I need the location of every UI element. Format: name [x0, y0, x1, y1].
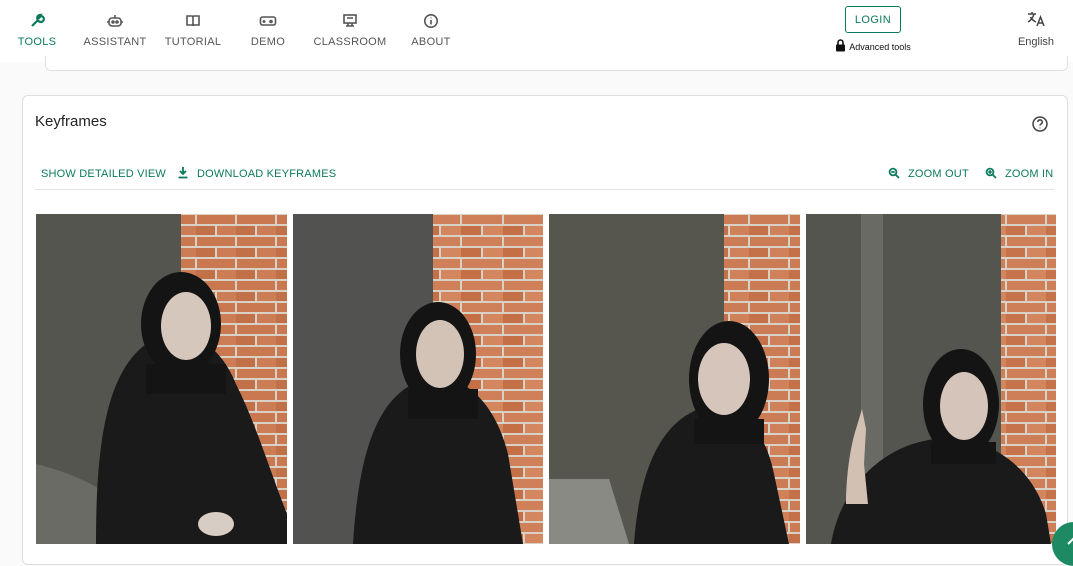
keyframes-toolbar: SHOW DETAILED VIEW DOWNLOAD KEYFRAMES ZO… [35, 160, 1055, 190]
wrench-icon [28, 12, 46, 30]
book-icon [184, 12, 202, 30]
zoom-in-label: ZOOM IN [1005, 168, 1054, 180]
gamepad-icon [259, 12, 277, 30]
zoom-in-button[interactable]: ZOOM IN [985, 166, 1053, 182]
download-keyframes-label: DOWNLOAD KEYFRAMES [197, 168, 337, 180]
robot-icon [106, 12, 124, 30]
keyframe-4[interactable] [806, 214, 1056, 544]
zoom-out-label: ZOOM OUT [908, 168, 969, 180]
show-detailed-view-button[interactable]: SHOW DETAILED VIEW [41, 166, 166, 182]
keyframes-title: Keyframes [35, 113, 107, 130]
lock-icon [835, 39, 846, 54]
advanced-tools-label: Advanced tools [849, 41, 911, 52]
arrow-up-icon [1067, 537, 1073, 545]
language-selector[interactable]: English [1010, 10, 1062, 48]
main-nav: TOOLS ASSISTANT TUTORIAL DEMO CLASSROOM [0, 0, 468, 62]
nav-item-classroom[interactable]: CLASSROOM [306, 0, 394, 62]
nav-item-about[interactable]: ABOUT [394, 0, 468, 62]
nav-label-tools: TOOLS [17, 36, 57, 48]
keyframe-1[interactable] [36, 214, 287, 544]
zoom-out-button[interactable]: ZOOM OUT [888, 166, 969, 182]
keyframe-3[interactable] [549, 214, 800, 544]
translate-icon [1026, 10, 1046, 30]
keyframe-2[interactable] [293, 214, 543, 544]
previous-card-bottom [45, 56, 1068, 71]
download-keyframes-button[interactable]: DOWNLOAD KEYFRAMES [177, 166, 336, 182]
language-label: English [1017, 36, 1055, 48]
login-button[interactable]: LOGIN [845, 6, 901, 33]
zoom-in-icon [985, 167, 997, 182]
help-icon[interactable] [1031, 115, 1049, 133]
download-icon [177, 166, 189, 182]
info-icon [422, 12, 440, 30]
nav-item-demo[interactable]: DEMO [230, 0, 306, 62]
nav-label-demo: DEMO [250, 36, 286, 48]
nav-item-assistant[interactable]: ASSISTANT [74, 0, 156, 62]
nav-label-assistant: ASSISTANT [83, 36, 147, 48]
nav-item-tutorial[interactable]: TUTORIAL [156, 0, 230, 62]
top-nav-bar: TOOLS ASSISTANT TUTORIAL DEMO CLASSROOM [0, 0, 1073, 62]
show-detailed-view-label: SHOW DETAILED VIEW [41, 168, 167, 180]
nav-label-about: ABOUT [411, 36, 451, 48]
nav-item-tools[interactable]: TOOLS [0, 0, 74, 62]
nav-label-tutorial: TUTORIAL [164, 36, 222, 48]
nav-label-classroom: CLASSROOM [313, 36, 387, 48]
advanced-tools-link[interactable]: Advanced tools [835, 39, 911, 54]
classroom-icon [341, 12, 359, 30]
login-area: LOGIN Advanced tools [832, 6, 914, 54]
zoom-out-icon [888, 167, 900, 182]
keyframes-card: Keyframes SHOW DETAILED VIEW DOWNLOAD KE… [22, 95, 1068, 565]
